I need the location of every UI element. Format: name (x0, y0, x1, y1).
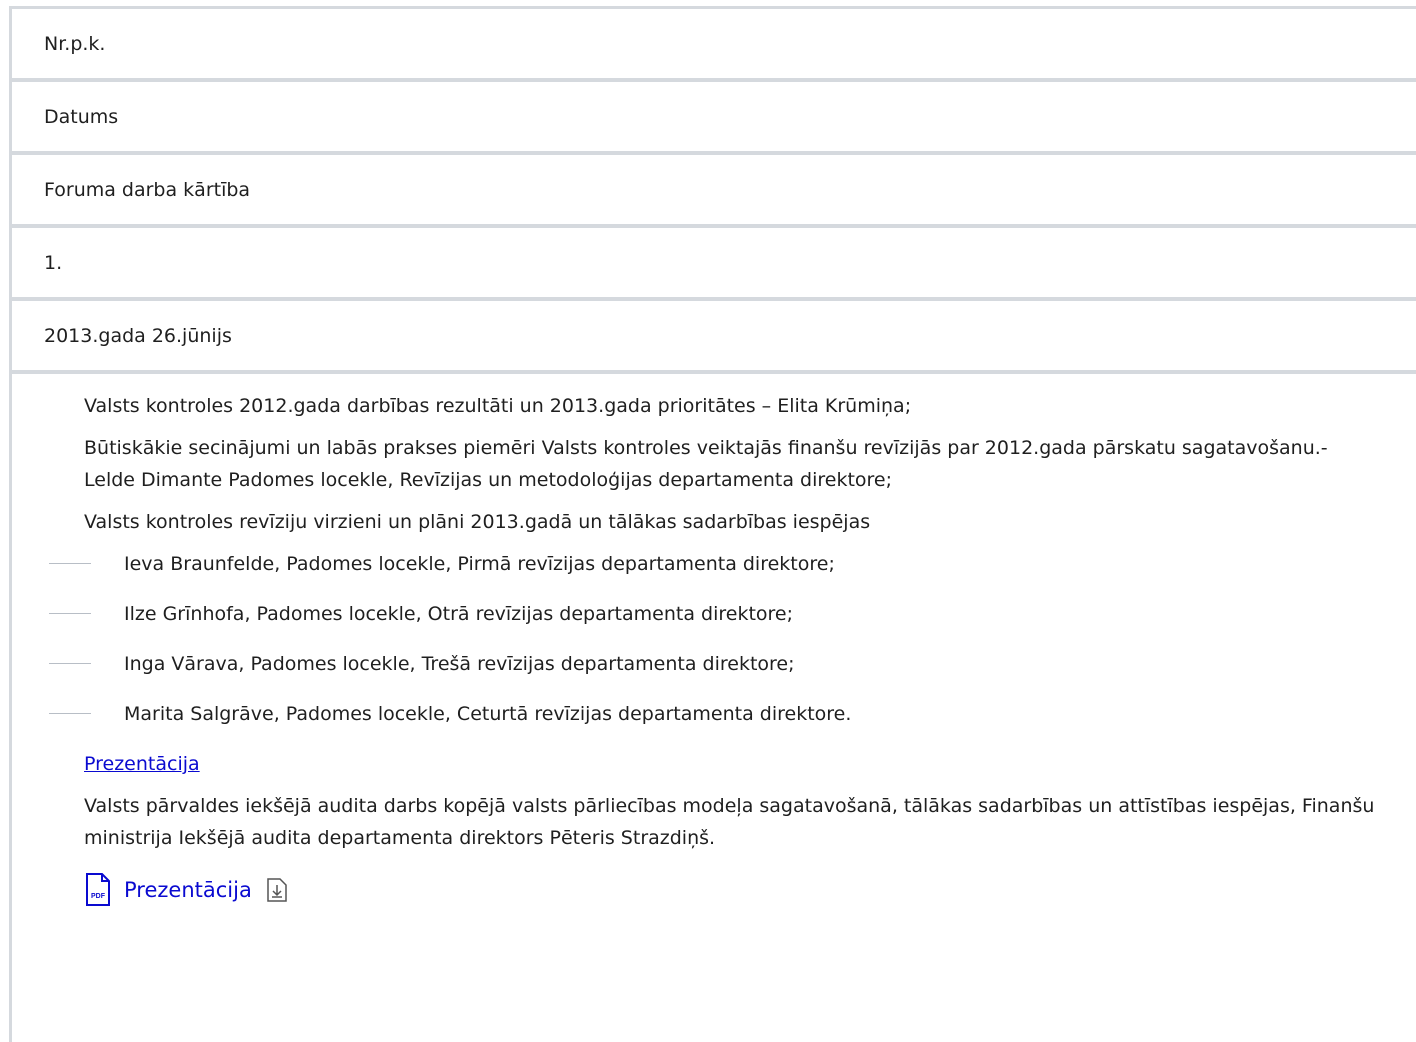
speaker-list-item: Ieva Braunfelde, Padomes locekle, Pirmā … (49, 548, 1376, 580)
dash-icon (49, 613, 91, 614)
header-date-cell: Datums (12, 82, 1416, 155)
speaker-text: Ilze Grīnhofa, Padomes locekle, Otrā rev… (124, 603, 794, 625)
row1-nr-value: 1. (44, 251, 63, 274)
agenda-table: Nr.p.k. Datums Foruma darba kārtība 1. 2… (9, 6, 1416, 1042)
speaker-list-item: Marita Salgrāve, Padomes locekle, Ceturt… (49, 698, 1376, 730)
pdf-badge-text: PDF (91, 893, 106, 900)
download-icon[interactable] (266, 878, 288, 902)
row1-date-cell: 2013.gada 26.jūnijs (12, 301, 1416, 374)
dash-icon (49, 663, 91, 664)
agenda-item-2: Būtiskākie secinājumi un labās prakses p… (84, 437, 1328, 491)
dash-icon (49, 713, 91, 714)
dash-icon (49, 563, 91, 564)
speaker-list-item: Inga Vārava, Padomes locekle, Trešā revī… (49, 648, 1376, 680)
speaker-text: Marita Salgrāve, Padomes locekle, Ceturt… (124, 703, 852, 725)
header-agenda-label: Foruma darba kārtība (44, 178, 251, 201)
pdf-file-icon: PDF (86, 873, 110, 906)
agenda-item-4: Valsts pārvaldes iekšējā audita darbs ko… (84, 795, 1375, 849)
row1-date-value: 2013.gada 26.jūnijs (44, 324, 232, 347)
speaker-list-item: Ilze Grīnhofa, Padomes locekle, Otrā rev… (49, 598, 1376, 630)
pdf-presentation-label: Prezentācija (124, 878, 252, 902)
pdf-presentation-link[interactable]: PDF Prezentācija (84, 872, 1376, 908)
header-agenda-cell: Foruma darba kārtība (12, 155, 1416, 228)
row1-nr-cell: 1. (12, 228, 1416, 301)
header-nr-label: Nr.p.k. (44, 32, 106, 55)
header-nr-cell: Nr.p.k. (12, 9, 1416, 82)
agenda-item-3: Valsts kontroles revīziju virzieni un pl… (84, 511, 871, 533)
header-date-label: Datums (44, 105, 119, 128)
speaker-text: Inga Vārava, Padomes locekle, Trešā revī… (124, 653, 795, 675)
speaker-list: Ieva Braunfelde, Padomes locekle, Pirmā … (49, 548, 1376, 730)
presentation-link[interactable]: Prezentācija (84, 753, 200, 775)
agenda-item-1: Valsts kontroles 2012.gada darbības rezu… (84, 395, 912, 417)
agenda-content: Valsts kontroles 2012.gada darbības rezu… (12, 374, 1416, 908)
speaker-text: Ieva Braunfelde, Padomes locekle, Pirmā … (124, 553, 835, 575)
